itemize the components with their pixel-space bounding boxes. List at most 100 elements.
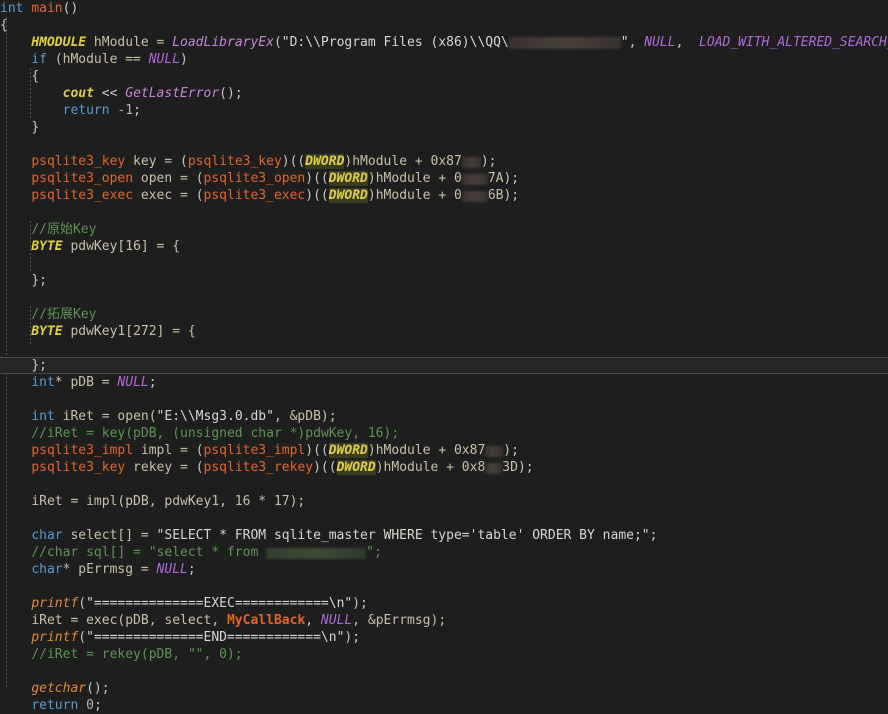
semicolon: ; bbox=[649, 528, 658, 543]
code-line[interactable]: int iRet = open("E:\\Msg3.0.db", &pDB); bbox=[0, 408, 888, 425]
comma: , bbox=[628, 35, 645, 50]
code-line[interactable]: psqlite3_open open = (psqlite3_open)((DW… bbox=[0, 170, 888, 187]
code-editor[interactable]: int main() { HMODULE hModule = LoadLibra… bbox=[0, 0, 888, 713]
call-exec: iRet = exec(pDB, select, bbox=[31, 613, 227, 628]
code-line[interactable]: psqlite3_key key = (psqlite3_key)((DWORD… bbox=[0, 153, 888, 170]
function-getchar: getchar bbox=[31, 681, 87, 696]
line-end: ); bbox=[503, 188, 520, 203]
string-dll-path: "D:\\Program Files (x86)\\QQ\ bbox=[281, 35, 509, 50]
code-line[interactable]: return -1; bbox=[0, 102, 888, 119]
code-line[interactable] bbox=[0, 340, 888, 357]
comment-sql-decl: //char sql[] = "select * from bbox=[31, 545, 267, 560]
paren-close: ) bbox=[180, 52, 188, 67]
punctuation: () bbox=[62, 1, 79, 16]
semicolon: ; bbox=[93, 698, 102, 713]
line-end: ); bbox=[344, 630, 361, 645]
hex-offset: )hModule + 0 bbox=[367, 171, 462, 186]
paren: ( bbox=[78, 596, 87, 611]
cast-psqlite3-open: psqlite3_open bbox=[203, 171, 306, 186]
variable-pdb: * pDB = bbox=[54, 375, 118, 390]
function-printf: printf bbox=[31, 596, 79, 611]
array-decl-pdwkey: pdwKey[16] = { bbox=[62, 239, 181, 254]
code-line[interactable]: //iRet = key(pDB, (unsigned char *)pdwKe… bbox=[0, 425, 888, 442]
string-db-path: "E:\\Msg3.0.db" bbox=[156, 409, 274, 424]
code-line[interactable] bbox=[0, 578, 888, 595]
code-line[interactable] bbox=[0, 476, 888, 493]
macro-load-flag: LOAD_WITH_ALTERED_SEARCH_PATH bbox=[699, 35, 888, 50]
paren: )(( bbox=[313, 460, 337, 475]
code-line[interactable]: iRet = impl(pDB, pdwKey1, 16 * 17); bbox=[0, 493, 888, 510]
code-line[interactable]: psqlite3_impl impl = (psqlite3_impl)((DW… bbox=[0, 442, 888, 459]
code-line[interactable] bbox=[0, 510, 888, 527]
code-line[interactable]: int* pDB = NULL; bbox=[0, 374, 888, 391]
function-printf: printf bbox=[31, 630, 79, 645]
comment-iret-key: //iRet = key(pDB, (unsigned char *)pdwKe… bbox=[31, 426, 400, 441]
paren: ( bbox=[273, 35, 282, 50]
code-line[interactable]: getchar(); bbox=[0, 680, 888, 697]
paren: ( bbox=[195, 188, 204, 203]
current-line[interactable]: }; bbox=[0, 357, 888, 374]
code-line[interactable]: printf("==============END============\n"… bbox=[0, 629, 888, 646]
code-line[interactable]: //char sql[] = "select * from "; bbox=[0, 544, 888, 561]
code-line[interactable]: //原始Key bbox=[0, 221, 888, 238]
code-line[interactable]: BYTE pdwKey1[272] = { bbox=[0, 323, 888, 340]
paren: ( bbox=[78, 630, 87, 645]
call-args: , &pDB); bbox=[273, 409, 337, 424]
line-end: ); bbox=[503, 443, 519, 458]
cast-psqlite3-rekey: psqlite3_rekey bbox=[203, 460, 314, 475]
keyword-return: return bbox=[31, 698, 79, 713]
code-line[interactable]: } bbox=[0, 119, 888, 136]
code-line[interactable] bbox=[0, 391, 888, 408]
hex-offset: )hModule + 0x87 bbox=[344, 154, 462, 169]
code-line[interactable]: printf("==============EXEC============\n… bbox=[0, 595, 888, 612]
call-impl: iRet = impl(pDB, pdwKey1, 16 * 17); bbox=[31, 494, 306, 509]
code-line[interactable]: char select[] = "SELECT * FROM sqlite_ma… bbox=[0, 527, 888, 544]
type-dword: DWORD bbox=[328, 443, 368, 458]
hex-offset: )hModule + 0x8 bbox=[375, 460, 486, 475]
code-line[interactable]: return 0; bbox=[0, 697, 888, 714]
code-line[interactable]: char* pErrmsg = NULL; bbox=[0, 561, 888, 578]
stream-operator: << bbox=[93, 86, 126, 101]
code-line[interactable] bbox=[0, 136, 888, 153]
paren: ( bbox=[180, 154, 188, 169]
code-line[interactable]: { bbox=[0, 68, 888, 85]
code-line[interactable]: { bbox=[0, 17, 888, 34]
semicolon: ; bbox=[148, 375, 157, 390]
call-args-tail: , &pErrmsg); bbox=[352, 613, 447, 628]
keyword-int: int bbox=[0, 1, 24, 16]
code-line[interactable]: if (hModule == NULL) bbox=[0, 51, 888, 68]
code-line[interactable]: cout << GetLastError(); bbox=[0, 85, 888, 102]
condition-expr: (hModule == bbox=[46, 52, 149, 67]
code-line[interactable]: psqlite3_exec exec = (psqlite3_exec)((DW… bbox=[0, 187, 888, 204]
line-end: (); bbox=[86, 681, 110, 696]
code-line[interactable]: int main() bbox=[0, 0, 888, 17]
code-line[interactable]: //拓展Key bbox=[0, 306, 888, 323]
macro-null: NULL bbox=[644, 35, 676, 50]
comment-rekey: //iRet = rekey(pDB, "", 0); bbox=[31, 647, 243, 662]
call-open: iRet = open( bbox=[54, 409, 157, 424]
comment-extended-key: //拓展Key bbox=[31, 307, 97, 322]
keyword-char: char bbox=[31, 528, 63, 543]
code-line[interactable]: //iRet = rekey(pDB, "", 0); bbox=[0, 646, 888, 663]
brace-close: }; bbox=[31, 273, 47, 288]
cast-psqlite3-impl: psqlite3_impl bbox=[203, 443, 306, 458]
comment-sql-end: "; bbox=[366, 545, 382, 560]
code-line[interactable] bbox=[0, 289, 888, 306]
variable-open: open = bbox=[133, 171, 196, 186]
number-literal: 0 bbox=[78, 698, 94, 713]
type-dword: DWORD bbox=[328, 171, 368, 186]
function-main: main bbox=[31, 1, 63, 16]
code-line[interactable]: }; bbox=[0, 272, 888, 289]
string-quote-close: " bbox=[620, 35, 629, 50]
code-line[interactable]: BYTE pdwKey[16] = { bbox=[0, 238, 888, 255]
code-line[interactable] bbox=[0, 204, 888, 221]
code-line[interactable]: iRet = exec(pDB, select, MyCallBack, NUL… bbox=[0, 612, 888, 629]
type-hmodule: HMODULE bbox=[31, 35, 87, 50]
code-line[interactable]: psqlite3_key rekey = (psqlite3_rekey)((D… bbox=[0, 459, 888, 476]
variable-exec: exec = bbox=[133, 188, 196, 203]
variable-key: key = bbox=[125, 154, 181, 169]
code-line[interactable] bbox=[0, 255, 888, 272]
code-line[interactable] bbox=[0, 663, 888, 680]
code-line[interactable]: HMODULE hModule = LoadLibraryEx("D:\\Pro… bbox=[0, 34, 888, 51]
variable-perrmsg: * pErrmsg = bbox=[62, 562, 157, 577]
